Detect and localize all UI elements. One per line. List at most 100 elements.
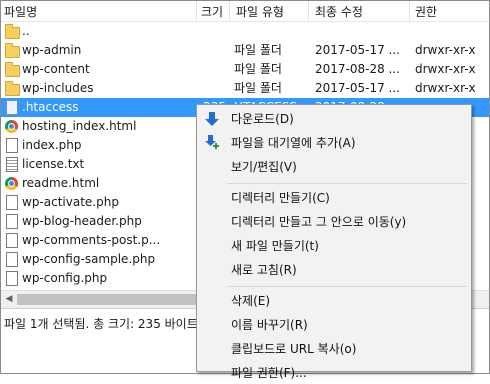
menu-item[interactable]: 클립보드로 URL 복사(o) <box>197 338 471 360</box>
folder-shape <box>5 62 20 77</box>
menu-item-label: 삭제(E) <box>231 294 271 308</box>
file-shape <box>6 252 18 267</box>
column-divider[interactable] <box>229 1 230 21</box>
file-name: .htaccess <box>22 100 79 114</box>
file-icon <box>4 138 19 153</box>
file-size <box>186 23 226 40</box>
column-modified[interactable]: 최종 수정 <box>315 4 363 20</box>
folder-icon <box>4 62 20 77</box>
file-name: wp-config-sample.php <box>22 252 156 266</box>
chrome-icon <box>4 119 19 134</box>
file-modified: 2017-05-17 ... <box>315 43 400 57</box>
file-shape <box>6 271 18 286</box>
menu-item[interactable]: 파일 권한(F)... <box>197 362 471 384</box>
file-type: 파일 폴더 <box>234 43 282 57</box>
context-menu: 다운로드(D) 파일을 대기열에 추가(A) 보기/편집(V) 디렉터리 만들기(C)… <box>196 104 472 380</box>
folder-icon <box>4 81 20 96</box>
menu-item[interactable]: 다운로드(D) <box>197 108 471 130</box>
menu-separator <box>227 286 467 287</box>
menu-item-label: 디렉터리 만들고 그 안으로 이동(y) <box>231 215 407 229</box>
menu-item-label: 다운로드(D) <box>231 112 294 126</box>
add-to-queue-icon <box>204 135 220 151</box>
file-name: wp-admin <box>22 43 82 57</box>
file-name: readme.html <box>22 176 100 190</box>
file-shape <box>6 138 18 153</box>
file-shape <box>6 157 18 172</box>
file-name: hosting_index.html <box>22 119 137 133</box>
file-size <box>186 80 226 97</box>
file-permissions: drwxr-xr-x <box>415 62 476 76</box>
file-size <box>186 42 226 59</box>
column-permissions[interactable]: 권한 <box>415 4 437 20</box>
file-row[interactable]: wp-includes 파일 폴더 2017-05-17 ... drwxr-xr-x <box>1 79 489 98</box>
file-name: wp-blog-header.php <box>22 214 142 228</box>
file-icon <box>4 252 19 267</box>
file-row[interactable]: wp-content 파일 폴더 2017-08-28 ... drwxr-xr-x <box>1 60 489 79</box>
file-icon <box>4 100 19 115</box>
file-modified: 2017-05-17 ... <box>315 81 400 95</box>
file-type <box>234 23 306 40</box>
chrome-shape <box>5 177 18 190</box>
file-icon <box>4 195 19 210</box>
file-name: wp-config.php <box>22 271 108 285</box>
scrollbar-thumb[interactable] <box>17 294 207 305</box>
chrome-shape <box>5 120 18 133</box>
menu-item-label: 파일 권한(F)... <box>231 366 307 380</box>
menu-item[interactable]: 이름 바꾸기(R) <box>197 314 471 336</box>
file-permissions <box>415 23 489 40</box>
file-icon <box>4 233 19 248</box>
file-shape <box>6 233 18 248</box>
menu-item[interactable]: 디렉터리 만들기(C) <box>197 187 471 209</box>
menu-item[interactable]: 보기/편집(V) <box>197 156 471 178</box>
menu-item-label: 이름 바꾸기(R) <box>231 318 308 332</box>
menu-separator <box>227 183 467 184</box>
menu-item-label: 새로 고침(R) <box>231 263 297 277</box>
menu-item-label: 보기/편집(V) <box>231 160 297 174</box>
file-name: wp-activate.php <box>22 195 119 209</box>
menu-item[interactable]: 새 파일 만들기(t) <box>197 235 471 257</box>
download-arrow-icon <box>204 111 220 127</box>
chrome-icon <box>4 176 19 191</box>
file-name: license.txt <box>22 157 85 171</box>
column-divider[interactable] <box>196 1 197 21</box>
column-size[interactable]: 크기 <box>201 4 223 20</box>
menu-item[interactable]: 새로 고침(R) <box>197 259 471 281</box>
column-divider[interactable] <box>308 1 309 21</box>
file-type: 파일 폴더 <box>234 62 282 76</box>
menu-item-label: 클립보드로 URL 복사(o) <box>231 342 357 356</box>
menu-item[interactable]: 파일을 대기열에 추가(A) <box>197 132 471 154</box>
column-header: 파일명 크기 파일 유형 최종 수정 권한 <box>1 1 489 22</box>
text-file-icon <box>4 157 19 172</box>
folder-shape <box>5 24 20 39</box>
file-name: .. <box>22 24 30 38</box>
file-permissions: drwxr-xr-x <box>415 43 476 57</box>
column-name[interactable]: 파일명 <box>4 4 37 20</box>
file-shape <box>6 195 18 210</box>
file-name: index.php <box>22 138 82 152</box>
column-divider[interactable] <box>409 1 410 21</box>
file-icon <box>4 214 19 229</box>
file-name: wp-content <box>22 62 90 76</box>
file-name: wp-comments-post.p... <box>22 233 161 247</box>
folder-shape <box>5 43 20 58</box>
menu-item-label: 파일을 대기열에 추가(A) <box>231 136 356 150</box>
file-row[interactable]: .. <box>1 22 489 41</box>
menu-item-label: 새 파일 만들기(t) <box>231 239 319 253</box>
file-size <box>186 61 226 78</box>
menu-item[interactable]: 디렉터리 만들고 그 안으로 이동(y) <box>197 211 471 233</box>
file-shape <box>6 100 18 115</box>
file-modified <box>315 23 405 40</box>
menu-item[interactable]: 삭제(E) <box>197 290 471 312</box>
menu-item-label: 디렉터리 만들기(C) <box>231 191 330 205</box>
file-permissions: drwxr-xr-x <box>415 81 476 95</box>
folder-icon <box>4 24 20 39</box>
folder-icon <box>4 43 20 58</box>
column-type[interactable]: 파일 유형 <box>236 4 284 20</box>
file-row[interactable]: wp-admin 파일 폴더 2017-05-17 ... drwxr-xr-x <box>1 41 489 60</box>
file-shape <box>6 214 18 229</box>
file-type: 파일 폴더 <box>234 81 282 95</box>
file-name: wp-includes <box>22 81 94 95</box>
scroll-left-icon[interactable]: ◀ <box>3 293 15 306</box>
file-modified: 2017-08-28 ... <box>315 62 400 76</box>
folder-shape <box>5 81 20 96</box>
